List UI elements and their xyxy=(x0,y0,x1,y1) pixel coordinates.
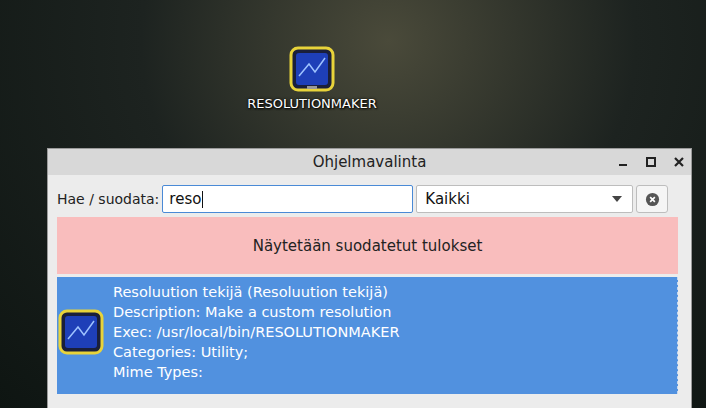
results-list: Resoluution tekijä (Resoluution tekijä)D… xyxy=(57,277,678,394)
result-detail: Exec: /usr/local/bin/RESOLUTIONMAKER xyxy=(113,322,400,342)
category-dropdown[interactable]: Kaikki xyxy=(416,185,633,213)
monitor-icon xyxy=(58,309,104,355)
dropdown-arrow-icon xyxy=(612,196,622,202)
search-input[interactable]: reso xyxy=(162,185,413,213)
result-detail: Mime Types: xyxy=(113,362,400,382)
result-detail: Categories: Utility; xyxy=(113,342,400,362)
result-detail: Description: Make a custom resolution xyxy=(113,302,400,322)
app-chooser-window: OhjelmavalintaHae / suodata:resoKaikkiNä… xyxy=(47,148,692,408)
search-label: Hae / suodata: xyxy=(57,191,159,207)
filter-notice: Näytetään suodatetut tulokset xyxy=(57,217,678,274)
clear-icon xyxy=(645,192,660,207)
result-item[interactable]: Resoluution tekijä (Resoluution tekijä)D… xyxy=(57,277,678,394)
result-detail: Resoluution tekijä (Resoluution tekijä) xyxy=(113,282,400,302)
minimize-icon[interactable] xyxy=(615,154,631,170)
monitor-icon xyxy=(289,46,335,92)
desktop: RESOLUTIONMAKER Ohjelmavalinta Hae / suoda… xyxy=(0,0,706,408)
window-title: Ohjelmavalinta xyxy=(313,153,427,171)
maximize-icon[interactable] xyxy=(643,154,659,170)
clear-button[interactable] xyxy=(636,185,668,213)
desktop-icon-label: RESOLUTIONMAKER xyxy=(247,96,376,111)
close-icon[interactable] xyxy=(671,154,687,170)
desktop-icon[interactable]: RESOLUTIONMAKER xyxy=(230,46,394,111)
title-bar[interactable]: Ohjelmavalinta xyxy=(48,149,691,175)
search-row: Hae / suodata:resoKaikki xyxy=(57,184,678,214)
